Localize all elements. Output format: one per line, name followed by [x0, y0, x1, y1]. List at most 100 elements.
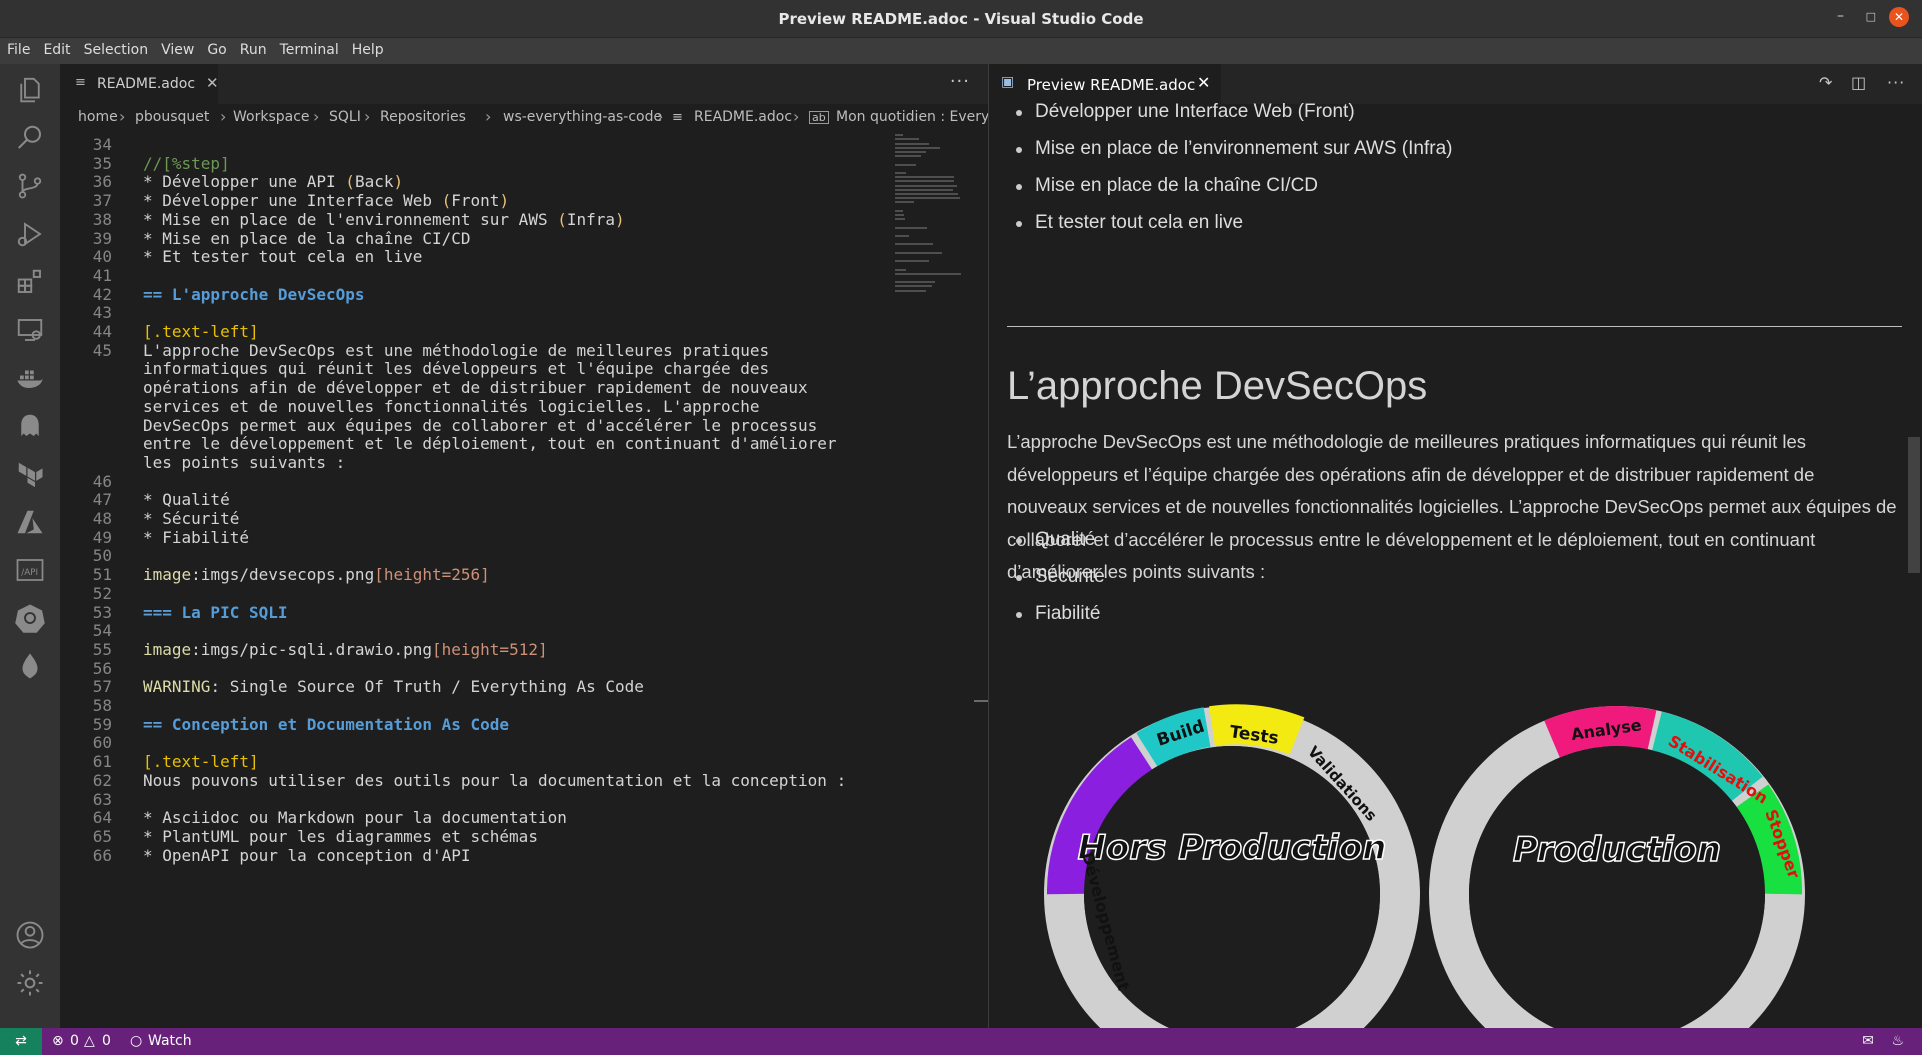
- line-number: 43: [92, 303, 112, 323]
- minimap-line: [895, 260, 930, 263]
- line-text: == L'approche DevSecOps: [143, 285, 365, 304]
- code-token: == Conception et Documentation As Code: [143, 714, 510, 734]
- tab-close-icon[interactable]: ✕: [206, 74, 219, 92]
- tab-readme-adoc[interactable]: ≡ README.adoc ✕: [60, 64, 219, 104]
- breadcrumb-item-user[interactable]: pbousquet: [135, 109, 209, 125]
- menu-file[interactable]: File: [0, 38, 36, 58]
- open-source-icon[interactable]: ↷: [1819, 73, 1832, 92]
- minimap-line: [895, 151, 926, 153]
- chevron-right-icon: ›: [119, 107, 126, 126]
- remote-indicator-icon[interactable]: ⇄: [0, 1028, 42, 1055]
- breadcrumb-item-sqli[interactable]: SQLI: [329, 109, 361, 125]
- menu-go[interactable]: Go: [200, 38, 232, 58]
- code-token: [.text-left]: [143, 322, 259, 341]
- alien-icon[interactable]: [12, 408, 48, 444]
- code-token: * PlantUML pour les diagrammes et schéma…: [143, 826, 538, 846]
- explorer-icon[interactable]: [12, 72, 48, 108]
- code-token: Back: [354, 172, 394, 192]
- menu-help[interactable]: Help: [345, 38, 390, 58]
- breadcrumb: home › pbousquet › Workspace › SQLI › Re…: [60, 104, 988, 130]
- breadcrumb-item-file[interactable]: README.adoc: [694, 109, 792, 125]
- editor-scrollbar[interactable]: [974, 130, 988, 1028]
- section-paragraph: L’approche DevSecOps est une méthodologi…: [1007, 431, 1897, 582]
- run-debug-icon[interactable]: [12, 216, 48, 252]
- line-number: 39: [92, 228, 112, 248]
- close-window-icon[interactable]: ✕: [1889, 7, 1909, 27]
- code-area[interactable]: 34 35//[%step] 36 * Développer une API (Bac…: [60, 130, 970, 1028]
- code-token: //[%step]: [143, 153, 230, 173]
- terraform-icon[interactable]: [12, 456, 48, 492]
- line-number: 52: [92, 583, 112, 603]
- more-actions-icon[interactable]: ···: [1887, 73, 1905, 92]
- code-token: * Asciidoc ou Markdown pour la documenta…: [143, 808, 567, 828]
- preview-scrollbar-thumb[interactable]: [1908, 437, 1920, 573]
- docker-icon[interactable]: [12, 360, 48, 396]
- menu-selection[interactable]: Selection: [77, 38, 155, 58]
- line-text: * Asciidoc ou Markdown pour la documenta…: [143, 808, 567, 827]
- line-number: 34: [92, 135, 112, 154]
- search-icon[interactable]: [12, 120, 48, 156]
- minimap-line: [895, 188, 953, 191]
- line-text: [.text-left]: [143, 322, 259, 341]
- line-text: * Mise en place de la chaîne CI/CD: [143, 229, 471, 248]
- code-token: * Mise en place de l'environnement sur A…: [143, 209, 558, 229]
- line-number: 65: [92, 826, 112, 846]
- menu-view[interactable]: View: [154, 38, 200, 58]
- azure-icon[interactable]: [12, 504, 48, 540]
- maximize-icon[interactable]: □: [1866, 10, 1876, 23]
- menu-run[interactable]: Run: [233, 38, 273, 58]
- menu-edit[interactable]: Edit: [36, 38, 76, 58]
- line-text: * Mise en place de l'environnement sur A…: [143, 210, 625, 229]
- breadcrumb-item-repositories[interactable]: Repositories: [380, 109, 466, 125]
- minimap-line: [895, 146, 940, 149]
- remote-explorer-icon[interactable]: [12, 312, 48, 348]
- minimap-line: [895, 209, 904, 212]
- code-token: entre le développement et le déploiement…: [143, 434, 837, 454]
- line-number: 44: [92, 322, 112, 341]
- line-number: 61: [92, 752, 112, 772]
- minimap-line: [895, 218, 905, 221]
- code-token: ): [393, 172, 404, 192]
- line-number: 49: [92, 527, 112, 547]
- watch-icon[interactable]: ○: [130, 1033, 142, 1049]
- line-number: 50: [92, 546, 112, 566]
- breadcrumb-item-home[interactable]: home: [78, 109, 118, 125]
- devsecops-diagram: Hors Production Production Build Tests V…: [1007, 664, 1907, 1028]
- notifications-bell-icon[interactable]: ♨: [1891, 1033, 1904, 1049]
- line-text: * Qualité: [143, 490, 230, 509]
- minimize-icon[interactable]: –: [1837, 8, 1844, 24]
- extensions-icon[interactable]: [12, 264, 48, 300]
- error-icon[interactable]: ⊗: [52, 1033, 64, 1049]
- source-control-icon[interactable]: [12, 168, 48, 204]
- settings-gear-icon[interactable]: [12, 965, 48, 1001]
- preview-tab-bar: ▣ Preview README.adoc ✕ ↷ ◫ ···: [989, 64, 1922, 104]
- watch-label[interactable]: Watch: [148, 1033, 192, 1049]
- more-actions-icon[interactable]: ···: [950, 71, 970, 92]
- preview-content: Développer une Interface Web (Front) Mis…: [989, 101, 1922, 1028]
- code-token: Front: [451, 191, 500, 211]
- breadcrumb-item-section[interactable]: Mon quotidien : Every: [836, 109, 988, 125]
- warning-icon[interactable]: △: [84, 1033, 95, 1049]
- menu-terminal[interactable]: Terminal: [273, 38, 345, 58]
- line-text: * Et tester tout cela en live: [143, 247, 422, 266]
- preview-tab-label: Preview README.adoc: [1027, 76, 1196, 94]
- breadcrumb-item-workspace[interactable]: Workspace: [233, 109, 310, 125]
- kubernetes-icon[interactable]: [12, 600, 48, 636]
- minimap-line: [895, 214, 904, 216]
- feedback-icon[interactable]: ✉: [1862, 1033, 1874, 1049]
- account-icon[interactable]: [12, 917, 48, 953]
- tab-close-icon[interactable]: ✕: [1197, 73, 1210, 92]
- warning-count[interactable]: 0: [102, 1033, 111, 1049]
- minimap[interactable]: [895, 130, 965, 310]
- minimap-line: [895, 281, 935, 284]
- split-editor-icon[interactable]: ◫: [1851, 73, 1866, 92]
- breadcrumb-item-repo[interactable]: ws-everything-as-code: [503, 109, 662, 125]
- error-count[interactable]: 0: [70, 1033, 79, 1049]
- mongodb-icon[interactable]: [12, 648, 48, 684]
- tab-preview-readme[interactable]: ▣ Preview README.adoc ✕: [989, 64, 1221, 104]
- chevron-right-icon: ›: [657, 107, 664, 126]
- activity-bar: /API: [0, 64, 60, 1028]
- line-number: 55: [92, 639, 112, 659]
- api-icon[interactable]: /API: [12, 552, 48, 588]
- editor-scrollbar-thumb[interactable]: [974, 700, 988, 702]
